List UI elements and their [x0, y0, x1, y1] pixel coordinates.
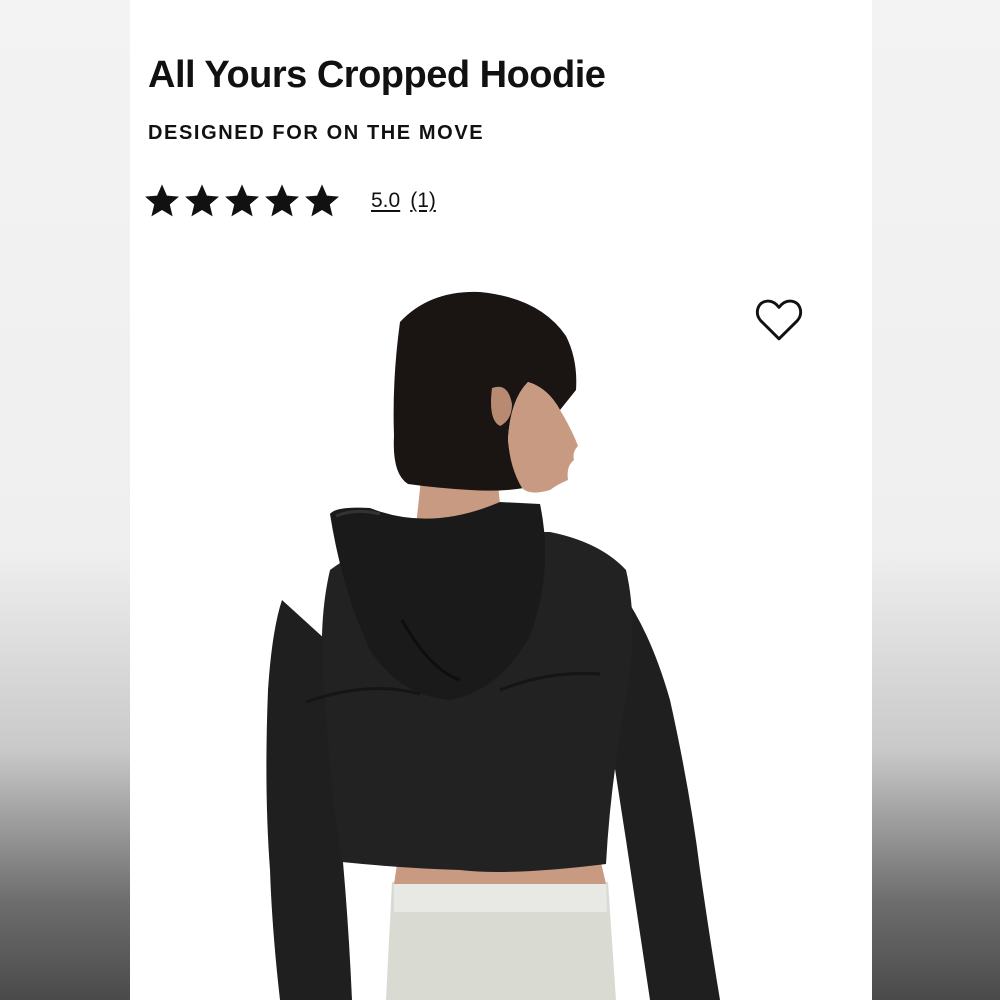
star-icon — [265, 184, 299, 217]
product-title: All Yours Cropped Hoodie — [148, 54, 606, 96]
product-tagline: DESIGNED FOR ON THE MOVE — [148, 122, 485, 144]
product-image — [266, 291, 720, 1000]
rating-stars — [143, 182, 341, 220]
rating-summary[interactable]: 5.0 (1) — [371, 189, 436, 213]
rating-score-link[interactable]: 5.0 — [371, 189, 400, 213]
star-icon — [305, 184, 339, 217]
heart-outline-icon[interactable] — [754, 296, 804, 342]
star-icon — [185, 184, 219, 217]
star-icon — [225, 184, 259, 217]
review-count-link[interactable]: (1) — [410, 189, 436, 213]
product-card: All Yours Cropped Hoodie DESIGNED FOR ON… — [130, 0, 872, 1000]
star-icon — [145, 184, 179, 217]
rating-row[interactable]: 5.0 (1) — [143, 176, 436, 226]
